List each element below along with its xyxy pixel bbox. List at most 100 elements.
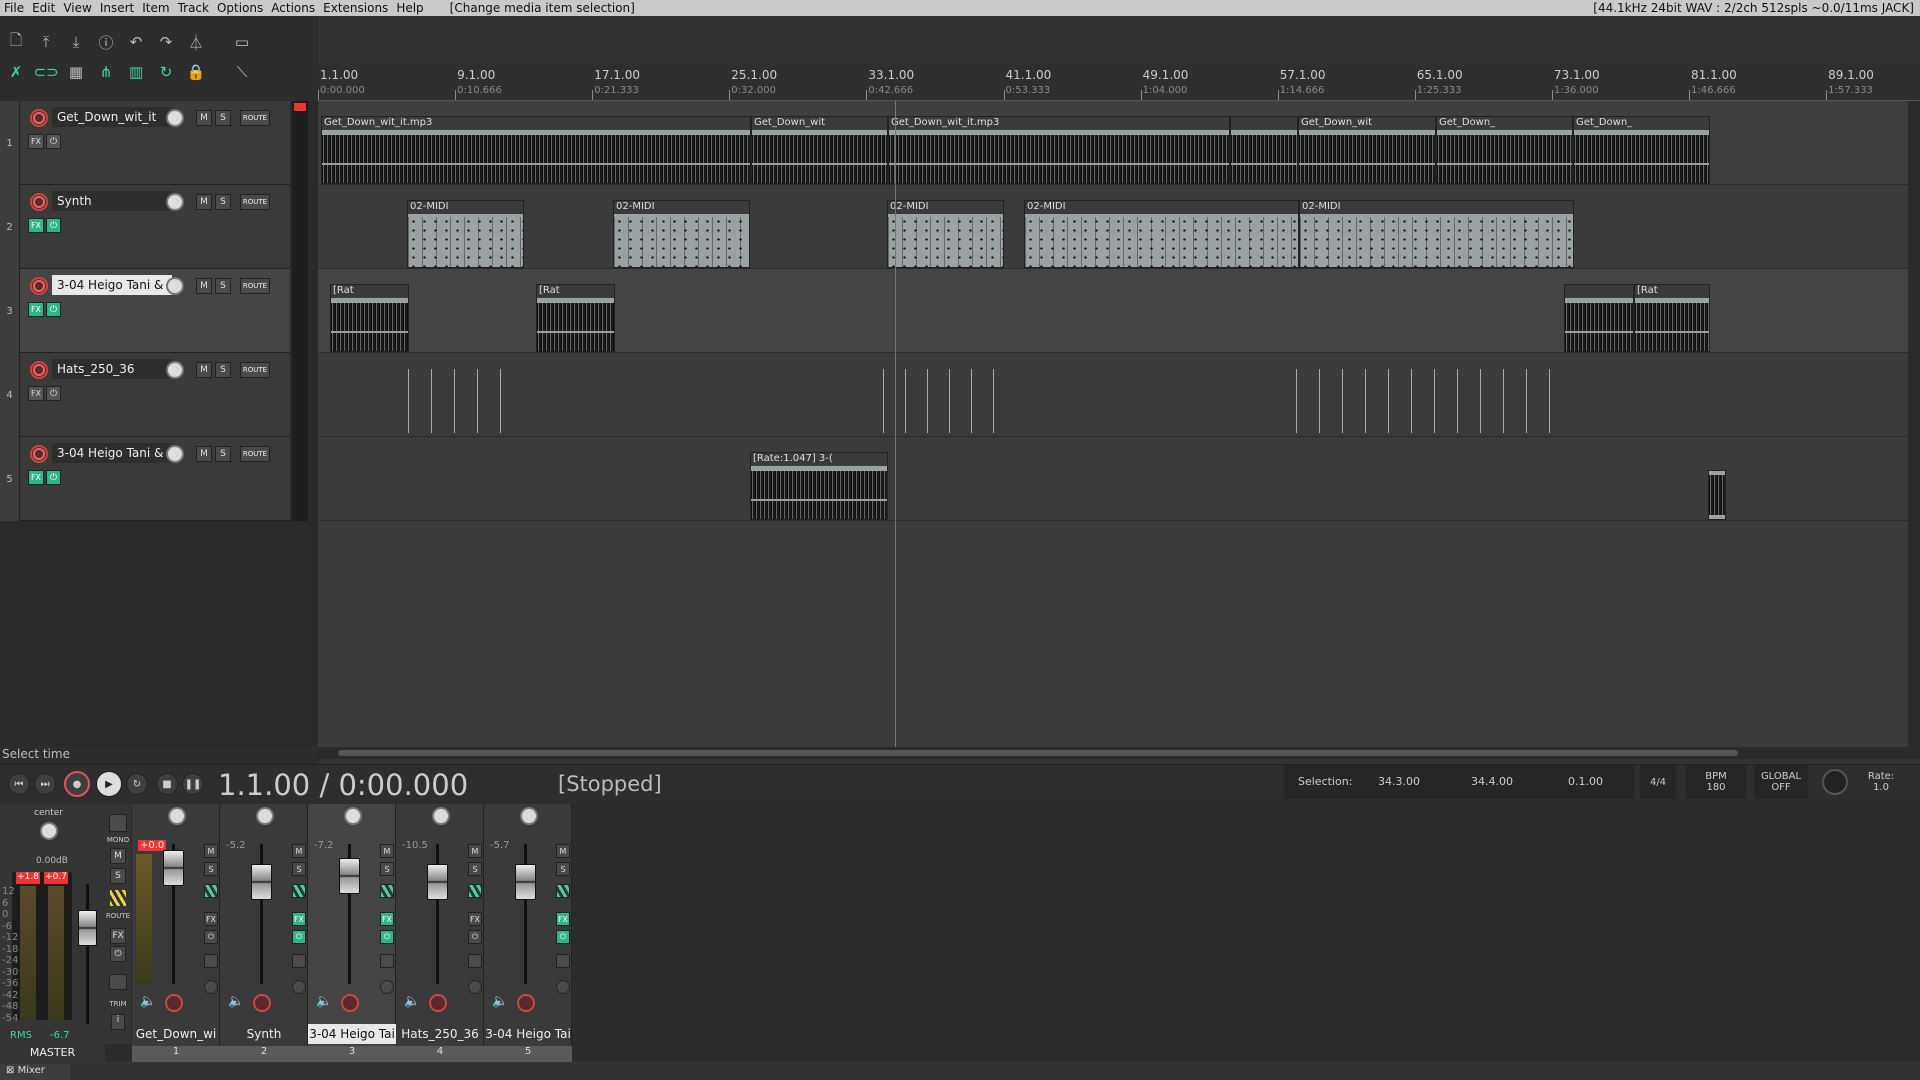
media-item[interactable]: [Rat [1634, 284, 1710, 352]
menu-edit[interactable]: Edit [28, 1, 59, 15]
strip-name[interactable]: Get_Down_wi [132, 1024, 220, 1044]
info-icon[interactable]: i [111, 1014, 125, 1030]
solo-button[interactable]: S [215, 110, 231, 126]
speaker-icon[interactable]: 🔈 [492, 994, 508, 1009]
volume-knob[interactable] [166, 193, 184, 211]
grid-icon[interactable]: ▦ [64, 60, 88, 84]
automation-mode-icon[interactable] [292, 884, 306, 898]
speaker-icon[interactable]: 🔈 [404, 994, 420, 1009]
arrange-view[interactable]: Get_Down_wit_it.mp3 Get_Down_wit Get_Dow… [318, 101, 1920, 751]
solo-button[interactable]: S [215, 446, 231, 462]
record-arm-icon[interactable] [429, 994, 447, 1012]
track-4-header[interactable]: 4 Hats_250_36 M S ROUTE FX ⏻ [0, 353, 308, 437]
fx-button[interactable]: FX [468, 912, 482, 926]
redo-icon[interactable]: ↷ [154, 30, 178, 54]
media-item[interactable]: Get_Down_wit_it.mp3 [321, 116, 751, 184]
media-item[interactable]: [Rate:1.047] 3-( [750, 452, 888, 520]
media-item[interactable] [1708, 470, 1726, 520]
menu-actions[interactable]: Actions [267, 1, 319, 15]
speaker-icon[interactable]: 🔈 [228, 994, 244, 1009]
fx-bypass-icon[interactable]: ⏻ [46, 134, 61, 149]
mute-button[interactable]: M [468, 844, 482, 858]
fx-button[interactable]: FX [28, 302, 44, 317]
bpm-box[interactable]: BPM 180 [1686, 765, 1746, 799]
track-5-header[interactable]: 5 3-04 Heigo Tani & I M S ROUTE FX ⏻ [0, 437, 308, 521]
strip-name[interactable]: Synth [220, 1024, 308, 1044]
mute-button[interactable]: M [380, 844, 394, 858]
volume-knob[interactable] [166, 109, 184, 127]
mixer-strip-2[interactable]: -5.2 M S FX ⏻ 🔈 Synth 2 [220, 804, 308, 1062]
media-item[interactable]: Get_Down_wit [751, 116, 888, 184]
play-icon[interactable]: ▶ [96, 771, 122, 797]
speaker-icon[interactable]: 🔈 [316, 994, 332, 1009]
media-item[interactable] [1230, 116, 1298, 184]
mute-button[interactable]: M [196, 278, 212, 294]
fx-bypass-icon[interactable]: ⏻ [46, 218, 61, 233]
volume-knob[interactable] [166, 361, 184, 379]
volume-fader[interactable] [251, 864, 272, 900]
menu-track[interactable]: Track [174, 1, 213, 15]
phase-icon[interactable] [204, 980, 218, 994]
fx-bypass-icon[interactable]: ⏻ [46, 302, 61, 317]
stop-icon[interactable]: ■ [156, 773, 178, 795]
fx-button[interactable]: FX [204, 912, 218, 926]
selection-end[interactable]: 34.4.00 [1471, 775, 1513, 788]
menu-help[interactable]: Help [392, 1, 427, 15]
track-name[interactable]: 3-04 Heigo Tani & I [52, 443, 172, 463]
automation-mode-icon[interactable] [468, 884, 482, 898]
fx-bypass-icon[interactable]: ⏻ [292, 930, 306, 944]
pan-knob[interactable] [168, 807, 186, 825]
volume-fader[interactable] [515, 864, 536, 900]
record-arm-icon[interactable] [165, 994, 183, 1012]
menu-view[interactable]: View [59, 1, 95, 15]
solo-button[interactable]: S [215, 362, 231, 378]
route-button[interactable]: ROUTE [240, 194, 270, 210]
midi-item[interactable]: 02-MIDI [1299, 200, 1574, 268]
solo-button[interactable]: S [215, 278, 231, 294]
track-lane-3[interactable]: [Rat [Rat [Rat [318, 269, 1920, 353]
global-state[interactable]: OFF [1771, 782, 1790, 793]
envelope-link-icon[interactable]: ⋔ [94, 60, 118, 84]
mixer-strip-1[interactable]: +0.0 M S FX ⏻ 🔈 Get_Down_wi 1 [132, 804, 220, 1062]
phase-icon[interactable] [380, 980, 394, 994]
record-arm-icon[interactable] [30, 361, 48, 379]
lock-icon[interactable]: 🔒 [184, 60, 208, 84]
time-signature[interactable]: 4/4 [1640, 765, 1676, 799]
volume-fader[interactable] [339, 858, 360, 894]
open-project-icon[interactable]: ⤒ [34, 30, 58, 54]
mute-button[interactable]: M [556, 844, 570, 858]
track-name[interactable]: Get_Down_wit_it [52, 107, 172, 127]
item-grouping-icon[interactable]: ⊂⊃ [33, 60, 58, 84]
media-item[interactable]: Get_Down_wit_it.mp3 [888, 116, 1230, 184]
midi-item[interactable]: 02-MIDI [887, 200, 1004, 268]
bpm-value[interactable]: 180 [1706, 782, 1725, 793]
go-to-start-icon[interactable]: ⏮ [8, 773, 30, 795]
track-lane-5[interactable]: [Rate:1.047] 3-( [318, 437, 1920, 521]
auto-crossfade-icon[interactable]: ⟍ [230, 60, 254, 84]
horizontal-scrollbar[interactable] [318, 747, 1920, 759]
new-project-icon[interactable]: 🗋 [4, 30, 28, 54]
route-button[interactable]: ROUTE [240, 362, 270, 378]
rate-box[interactable]: Rate: 1.0 [1856, 765, 1906, 799]
master-solo-button[interactable]: S [110, 868, 126, 884]
fx-button[interactable]: FX [28, 218, 44, 233]
master-fader[interactable] [78, 910, 97, 946]
selection-length[interactable]: 0.1.00 [1568, 775, 1603, 788]
solo-button[interactable]: S [556, 862, 570, 876]
automation-mode-icon[interactable] [556, 884, 570, 898]
pan-knob[interactable] [432, 807, 450, 825]
media-item[interactable]: [Rat [330, 284, 409, 352]
track-3-header[interactable]: 3 3-04 Heigo Tani & I M S ROUTE FX ⏻ [0, 269, 308, 353]
fx-button[interactable]: FX [28, 386, 44, 401]
phase-icon[interactable] [556, 980, 570, 994]
mixer-tab[interactable]: ⊠ Mixer [0, 1064, 70, 1080]
media-item[interactable]: Get_Down_wit [1298, 116, 1436, 184]
fx-button[interactable]: FX [28, 134, 44, 149]
strip-name[interactable]: 3-04 Heigo Tai [308, 1024, 396, 1044]
mute-button[interactable]: M [204, 844, 218, 858]
mute-button[interactable]: M [196, 194, 212, 210]
master-env-icon[interactable] [109, 974, 127, 990]
selection-start[interactable]: 34.3.00 [1378, 775, 1420, 788]
speaker-icon[interactable]: 🔈 [140, 994, 156, 1009]
pan-knob[interactable] [520, 807, 538, 825]
